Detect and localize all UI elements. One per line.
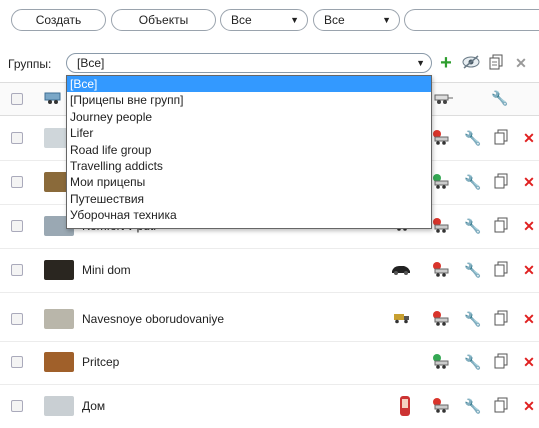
groups-label: Группы:	[8, 57, 52, 71]
dropdown-option[interactable]: Уборочная техника	[67, 207, 431, 223]
row-checkbox[interactable]	[11, 313, 23, 325]
dropdown-option[interactable]: Travelling addicts	[67, 158, 431, 174]
trailer-status-icon[interactable]	[432, 397, 450, 415]
plus-icon[interactable]: +	[437, 53, 455, 73]
chevron-down-icon: ▼	[290, 15, 299, 25]
copy-icon[interactable]	[492, 310, 510, 328]
copy-icon[interactable]	[492, 397, 510, 415]
row-checkbox[interactable]	[11, 176, 23, 188]
copy-icon[interactable]	[492, 261, 510, 279]
groups-select-value: [Все]	[77, 56, 105, 70]
trailer-status-icon[interactable]	[432, 129, 450, 147]
table-row[interactable]: Navesnoye oborudovaniye 🔧 ✕	[0, 298, 539, 342]
trailer-icon	[434, 92, 454, 106]
table-row[interactable]: Pritcep 🔧 ✕	[0, 341, 539, 385]
delete-icon[interactable]: ✕	[520, 310, 538, 328]
chevron-down-icon: ▼	[416, 58, 425, 68]
delete-icon[interactable]: ✕	[520, 173, 538, 191]
car-icon	[391, 261, 410, 279]
toolbar: Создать Объекты Все ▼ Все ▼	[0, 0, 539, 40]
copy-icon[interactable]	[487, 54, 505, 72]
object-thumbnail	[44, 309, 74, 329]
table-row[interactable]: Mini dom 🔧 ✕	[0, 249, 539, 293]
wrench-icon[interactable]: 🔧	[464, 310, 482, 328]
eye-icon[interactable]	[462, 54, 480, 72]
delete-icon[interactable]: ✕	[520, 129, 538, 147]
object-name[interactable]: Navesnoye oborudovaniye	[82, 312, 224, 326]
copy-icon[interactable]	[492, 353, 510, 371]
wrench-icon: 🔧	[491, 90, 509, 106]
object-name[interactable]: Mini dom	[82, 263, 131, 277]
row-checkbox[interactable]	[11, 356, 23, 368]
truck-icon	[393, 310, 411, 328]
object-name[interactable]: Дом	[82, 399, 105, 413]
select-all-checkbox[interactable]	[11, 93, 23, 105]
groups-bar: Группы: [Все] ▼ + ✕	[0, 52, 539, 76]
dropdown-option[interactable]: Мои прицепы	[67, 174, 431, 190]
row-checkbox[interactable]	[11, 132, 23, 144]
filter-select-1[interactable]: Все ▼	[220, 9, 308, 31]
trailer-status-icon[interactable]	[432, 353, 450, 371]
wrench-icon[interactable]: 🔧	[464, 173, 482, 191]
copy-icon[interactable]	[492, 129, 510, 147]
object-thumbnail	[44, 260, 74, 280]
close-icon[interactable]: ✕	[512, 54, 530, 72]
groups-select[interactable]: [Все] ▼	[66, 53, 432, 73]
dropdown-option[interactable]: [Прицепы вне групп]	[67, 92, 431, 108]
wrench-icon[interactable]: 🔧	[464, 129, 482, 147]
trailer-status-icon[interactable]	[432, 217, 450, 235]
trailer-status-icon[interactable]	[432, 261, 450, 279]
wrench-icon[interactable]: 🔧	[464, 353, 482, 371]
chevron-down-icon: ▼	[382, 15, 391, 25]
delete-icon[interactable]: ✕	[520, 353, 538, 371]
dropdown-option[interactable]: Lifer	[67, 125, 431, 141]
trailer-status-icon[interactable]	[432, 173, 450, 191]
objects-button[interactable]: Объекты	[111, 9, 216, 31]
copy-icon[interactable]	[492, 173, 510, 191]
object-thumbnail	[44, 396, 74, 416]
trailer-status-icon[interactable]	[432, 310, 450, 328]
search-input[interactable]	[404, 9, 539, 31]
delete-icon[interactable]: ✕	[520, 397, 538, 415]
wrench-icon[interactable]: 🔧	[464, 261, 482, 279]
wrench-icon[interactable]: 🔧	[464, 217, 482, 235]
delete-icon[interactable]: ✕	[520, 217, 538, 235]
wrench-icon[interactable]: 🔧	[464, 397, 482, 415]
dropdown-option[interactable]: Путешествия	[67, 191, 431, 207]
copy-icon[interactable]	[492, 217, 510, 235]
row-checkbox[interactable]	[11, 220, 23, 232]
trailer-icon	[44, 91, 64, 105]
groups-dropdown-list: [Все] [Прицепы вне групп] Journey people…	[66, 75, 432, 229]
dropdown-option[interactable]: Journey people	[67, 109, 431, 125]
filter-select-2[interactable]: Все ▼	[313, 9, 400, 31]
dropdown-option[interactable]: Road life group	[67, 142, 431, 158]
row-checkbox[interactable]	[11, 400, 23, 412]
row-checkbox[interactable]	[11, 264, 23, 276]
table-row[interactable]: Дом 🔧 ✕	[0, 385, 539, 428]
filter-select-2-value: Все	[324, 13, 345, 27]
object-name[interactable]: Pritcep	[82, 355, 119, 369]
filter-select-1-value: Все	[231, 13, 252, 27]
phone-icon	[396, 395, 414, 416]
dropdown-option[interactable]: [Все]	[67, 76, 431, 93]
delete-icon[interactable]: ✕	[520, 261, 538, 279]
object-thumbnail	[44, 352, 74, 372]
create-button[interactable]: Создать	[11, 9, 106, 31]
